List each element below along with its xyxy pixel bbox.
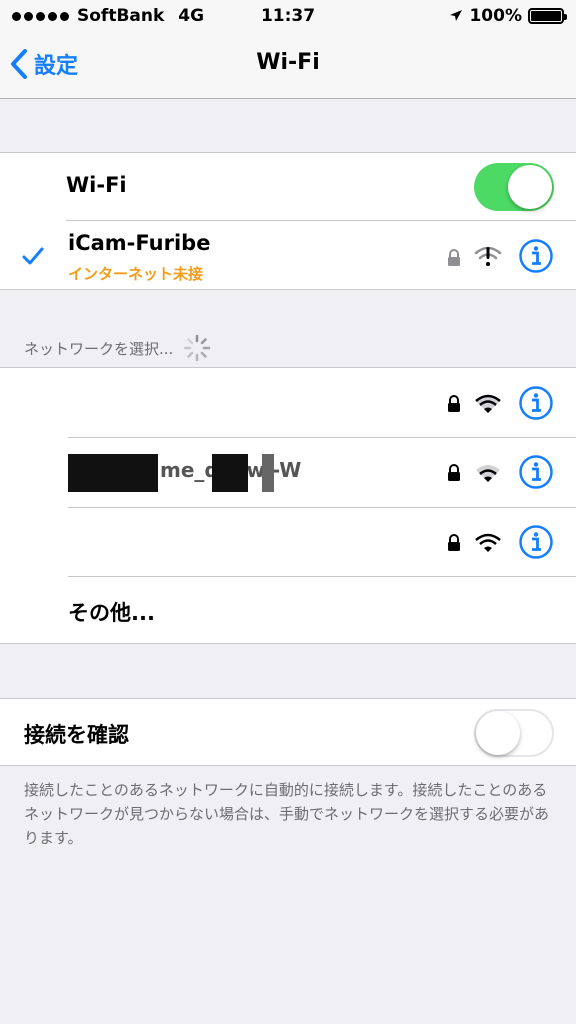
ask-to-join-group: 接続を確認	[0, 698, 576, 766]
spinner-icon	[184, 334, 211, 362]
navigation-bar: 設定 Wi-Fi	[0, 32, 576, 99]
network-row[interactable]	[0, 368, 576, 437]
battery-icon	[528, 8, 567, 24]
connected-network-name: iCam-Furibe	[68, 231, 211, 255]
status-bar: SoftBank 4G 11:37 100%	[0, 0, 576, 32]
lock-icon	[448, 534, 460, 551]
battery-percent: 100%	[469, 6, 522, 26]
wifi-icon	[475, 533, 501, 552]
other-network-label: その他...	[68, 601, 155, 625]
redacted-block	[262, 454, 274, 492]
connected-network-row[interactable]: iCam-Furibe インターネット未接	[0, 221, 576, 291]
wifi-label: Wi-Fi	[66, 173, 127, 197]
network-section-header: ネットワークを選択...	[24, 334, 211, 362]
location-arrow-icon	[450, 10, 463, 21]
info-icon[interactable]	[518, 238, 554, 274]
wifi-toggle-knob	[508, 165, 552, 209]
checkmark-icon	[22, 247, 44, 265]
connected-network-status: インターネット未接	[68, 265, 204, 283]
ask-to-join-toggle[interactable]	[474, 709, 554, 757]
redacted-block	[212, 454, 248, 492]
wifi-toggle[interactable]	[474, 163, 554, 211]
wifi-warning-icon	[474, 246, 502, 266]
wifi-icon	[476, 465, 500, 482]
status-right: 100%	[449, 6, 567, 26]
network-row[interactable]	[0, 508, 576, 576]
lock-icon	[448, 464, 460, 481]
network-row[interactable]: me_d88wj-W	[0, 438, 576, 507]
ask-to-join-row: 接続を確認	[0, 699, 576, 767]
info-icon[interactable]	[518, 454, 554, 490]
ask-to-join-toggle-knob	[476, 711, 520, 755]
ask-to-join-label: 接続を確認	[24, 723, 129, 747]
wifi-toggle-row: Wi-Fi	[0, 153, 576, 220]
wifi-group: Wi-Fi iCam-Furibe インターネット未接	[0, 152, 576, 290]
networks-group: me_d88wj-W その他...	[0, 367, 576, 644]
info-icon[interactable]	[518, 524, 554, 560]
page-title: Wi-Fi	[256, 50, 320, 75]
network-section-title: ネットワークを選択...	[24, 339, 174, 358]
ask-to-join-description: 接続したことのあるネットワークに自動的に接続します。接続したことのあるネットワー…	[24, 781, 550, 847]
redacted-block	[68, 454, 158, 492]
wifi-icon	[475, 394, 501, 413]
lock-icon	[448, 395, 460, 412]
lock-icon	[448, 249, 460, 266]
other-network-row[interactable]: その他...	[0, 577, 576, 644]
info-icon[interactable]	[518, 385, 554, 421]
